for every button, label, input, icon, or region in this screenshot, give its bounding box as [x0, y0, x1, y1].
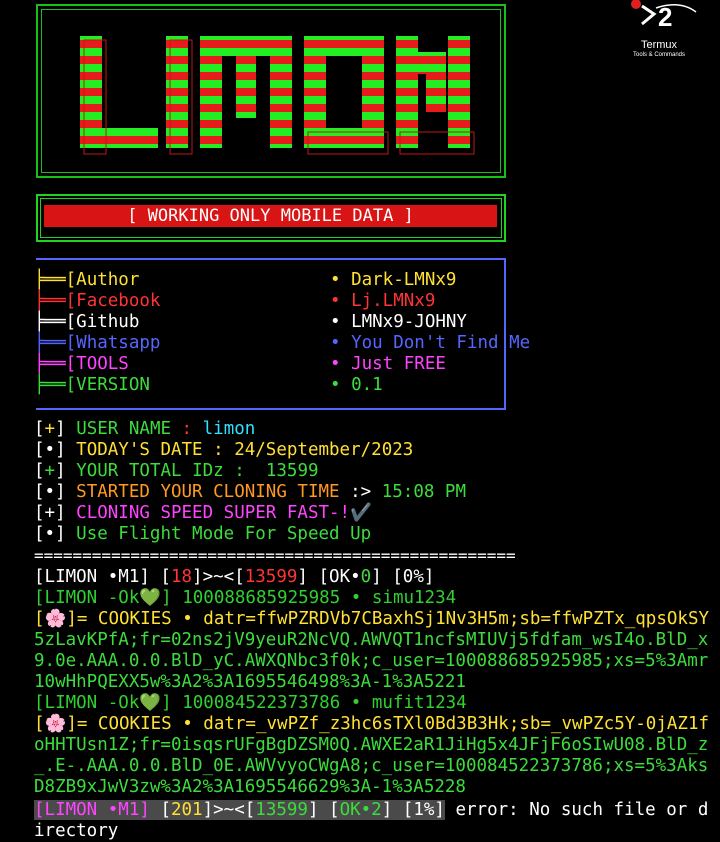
start-time-line: [•] STARTED YOUR CLONING TIME :> 15:08 P… — [34, 482, 467, 502]
ok-result-line: [LIMON -Ok💚] 100084522373786 • mufit1234 — [34, 693, 467, 713]
cookie-line: 5zLavKPfA;fr=02ns2jV9yeuR2NcVQ.AWVQT1ncf… — [34, 630, 709, 650]
date-label: TODAY'S DATE — [76, 440, 203, 460]
total-ids-value: 13599 — [244, 461, 319, 481]
total-ids-label: YOUR TOTAL IDz : — [76, 461, 245, 481]
info-row-author: ╞══[Author • Dark-LMNx9 — [34, 270, 534, 291]
info-key: VERSION — [76, 375, 150, 395]
termux-watermark: 2 Termux Tools & Commands — [620, 0, 698, 58]
progress-line-2: [LIMON •M1] [201]>~<[13599] [OK•2] [1%] … — [34, 800, 708, 821]
info-prefix: ╞══[ — [34, 291, 77, 311]
progress-ok-label: ] [OK• — [297, 567, 361, 587]
info-value: • Dark-LMNx9 — [330, 270, 457, 290]
progress2-ok-open: ] [ — [307, 800, 340, 820]
speed-text: CLONING SPEED SUPER FAST-!✔️ — [76, 503, 372, 523]
info-prefix: ╞══[ — [34, 270, 77, 290]
progress2-percent: ] [1%] — [381, 800, 445, 820]
info-key: Whatsapp — [76, 333, 161, 353]
progress2-mid: ]>~<[ — [202, 800, 256, 820]
error-message: error: No such file or d — [444, 800, 709, 820]
date-value: : 24/September/2023 — [202, 440, 414, 460]
date-line: [•] TODAY'S DATE : 24/September/2023 — [34, 440, 414, 460]
progress-total: 13599 — [244, 567, 298, 587]
progress2-open: [ — [149, 800, 171, 820]
start-time-value: 15:08 PM — [381, 482, 467, 502]
progress-line-1: [LIMON •M1] [18]>~<[13599] [OK•0] [0%] — [34, 567, 434, 588]
cookie-line: _.E-.AAA.0.0.BlD_0E.AWVvyoCWgA8;c_user=1… — [34, 756, 709, 776]
info-value: • Lj.LMNx9 — [330, 291, 436, 311]
speed-line: [+] CLONING SPEED SUPER FAST-!✔️ — [34, 503, 372, 523]
info-key: Facebook — [76, 291, 161, 311]
info-row-version: ╞══[VERSION • 0.1 — [34, 375, 534, 396]
tip-text: Use Flight Mode For Speed Up — [76, 524, 372, 544]
user-name-line: [+] USER NAME : limon — [34, 419, 256, 439]
info-value: • Just FREE — [330, 354, 446, 374]
progress2-total: 13599 — [255, 800, 308, 820]
progress2-ok: OK•2 — [339, 800, 382, 820]
progress-ok-count: 0 — [360, 567, 372, 587]
progress-percent: ] [0%] — [371, 567, 435, 587]
progress-prefix: [LIMON •M1] [ — [34, 567, 171, 587]
error-message-wrap: irectory — [34, 821, 119, 841]
termux-sublabel: Tools & Commands — [632, 52, 686, 58]
cookie-line: [🌸]= COOKIES • datr=ffwPZRDVb7CBaxhSj1Nv… — [34, 609, 710, 629]
info-value: • You Don't Find Me — [330, 333, 531, 353]
info-value: • 0.1 — [330, 375, 383, 395]
progress-count: 18 — [170, 567, 193, 587]
info-prefix: ╞══[ — [34, 354, 77, 374]
progress2-count: 201 — [170, 800, 203, 820]
info-row-github: ╞══[Github • LMNx9-JOHNY — [34, 312, 534, 333]
termux-logo-icon: 2 — [631, 0, 697, 32]
cookie-line: oHHTUsn1Z;fr=0isqsrUFgBgDZSM0Q.AWXE2aR1J… — [34, 735, 709, 755]
separator: ========================================… — [34, 546, 516, 565]
progress2-prefix: [LIMON •M1] — [34, 800, 150, 820]
info-prefix: ╞══[ — [34, 333, 77, 353]
total-ids-line: [+] YOUR TOTAL IDz : 13599 — [34, 461, 319, 481]
info-value: • LMNx9-JOHNY — [330, 312, 467, 332]
info-prefix: ╞══[ — [34, 312, 77, 332]
start-time-label: STARTED YOUR CLONING TIME — [76, 482, 340, 502]
info-key: Github — [76, 312, 140, 332]
user-name-label: USER NAME — [76, 419, 172, 439]
termux-label: Termux — [640, 39, 678, 51]
cookie-line: 10wHhPQEXX5w%3A2%3A1695546498%3A-1%3A522… — [34, 672, 466, 692]
user-name-sep: : — [171, 419, 203, 439]
mobile-data-banner: [ WORKING ONLY MOBILE DATA ] — [44, 205, 497, 227]
info-key: Author — [76, 270, 140, 290]
cookie-line: [🌸]= COOKIES • datr=_vwPZf_z3hc6sTXl0Bd3… — [34, 714, 710, 734]
tip-line: [•] Use Flight Mode For Speed Up — [34, 524, 372, 544]
progress-mid: ]>~<[ — [192, 567, 245, 587]
cookie-line: 9.0e.AAA.0.0.BlD_yC.AWXQNbc3f0k;c_user=1… — [34, 651, 709, 671]
limon-logo — [80, 36, 475, 155]
start-time-sep: :> — [339, 482, 382, 502]
info-row-facebook: ╞══[Facebook • Lj.LMNx9 — [34, 291, 534, 312]
info-row-whatsapp: ╞══[Whatsapp • You Don't Find Me — [34, 333, 534, 354]
cookie-line: D8ZB9xJwV3zw%3A2%3A1695546629%3A-1%3A522… — [34, 777, 466, 797]
info-key: TOOLS — [76, 354, 129, 374]
ok-result-line: [LIMON -Ok💚] 100088685925985 • simu1234 — [34, 588, 457, 608]
user-name-value: limon — [202, 419, 256, 439]
info-row-tools: ╞══[TOOLS • Just FREE — [34, 354, 534, 375]
info-prefix: ╞══[ — [34, 375, 77, 395]
